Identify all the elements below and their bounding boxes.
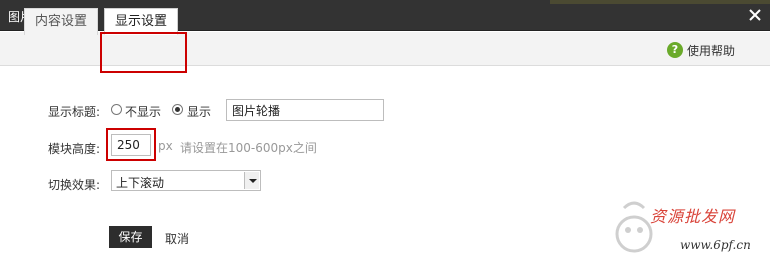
radio-hide-title-label: 不显示 — [125, 105, 162, 119]
chevron-down-icon[interactable] — [244, 172, 259, 189]
switch-effect-value: 上下滚动 — [116, 176, 165, 190]
radio-hide-title[interactable] — [111, 104, 122, 115]
radio-show-title-label: 显示 — [187, 105, 212, 119]
help-label: 使用帮助 — [687, 43, 736, 58]
tab-highlight-box — [100, 32, 187, 73]
close-icon[interactable] — [746, 6, 764, 24]
switch-effect-select[interactable]: 上下滚动 — [111, 170, 261, 191]
tab-content-settings[interactable]: 内容设置 — [24, 8, 99, 35]
height-hint: 请设置在100-600px之间 — [180, 141, 317, 155]
module-height-label: 模块高度: — [48, 142, 101, 156]
tab-display-settings[interactable]: 显示设置 — [104, 8, 179, 35]
height-highlight-box — [106, 128, 156, 161]
radio-show-title[interactable] — [172, 104, 183, 115]
watermark-url: www.6pf.cn — [680, 238, 751, 252]
watermark-site-name: 资源批发网 — [650, 207, 736, 226]
titlebar-accent-strip — [550, 0, 770, 4]
cancel-button[interactable]: 取消 — [165, 230, 189, 247]
help-icon: ? — [667, 42, 683, 58]
display-title-label: 显示标题: — [48, 105, 101, 119]
height-unit: px — [158, 139, 173, 153]
title-text-field[interactable] — [226, 99, 384, 121]
switch-effect-label: 切换效果: — [48, 178, 101, 192]
help-link[interactable]: ? 使用帮助 — [667, 42, 735, 58]
save-button[interactable]: 保存 — [109, 226, 152, 248]
